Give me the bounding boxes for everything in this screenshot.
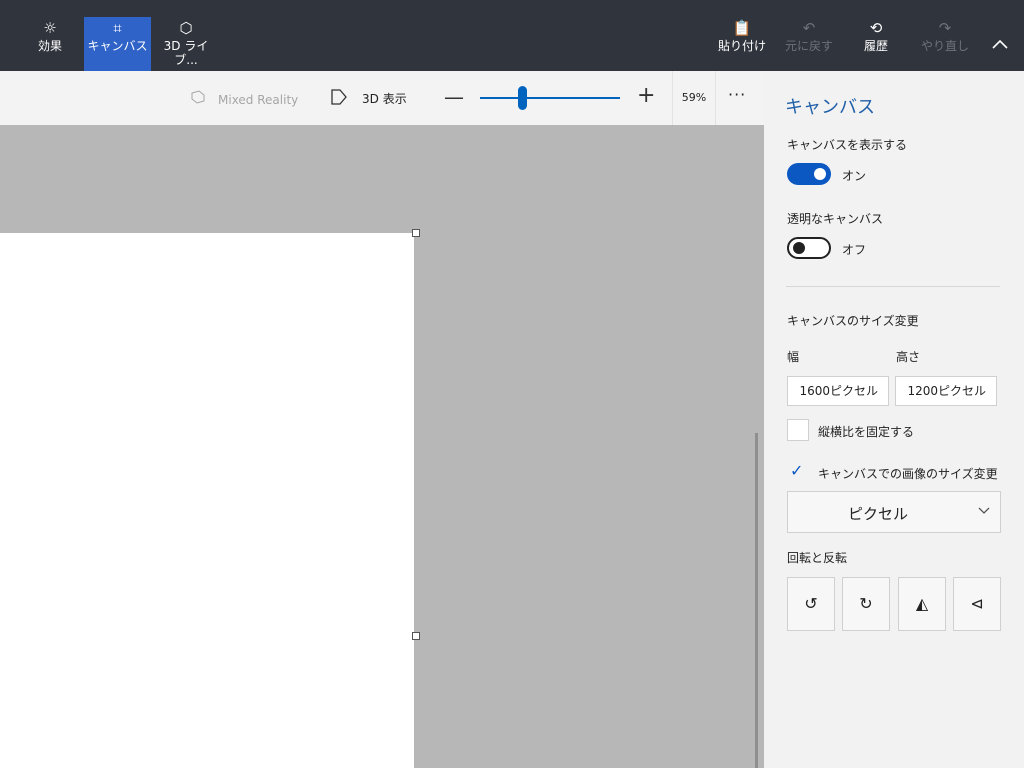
history-button[interactable]: ⟲ 履歴	[858, 17, 894, 71]
paste-button[interactable]: 📋 貼り付け	[716, 17, 768, 71]
width-label: 幅	[787, 350, 800, 364]
unit-select[interactable]: ピクセル	[787, 491, 1001, 533]
collapse-ribbon-icon[interactable]	[986, 32, 1014, 56]
canvas-workspace[interactable]	[0, 125, 764, 768]
toggle-knob	[793, 242, 805, 254]
flip-vertical-button[interactable]: ⊲	[953, 577, 1001, 631]
rotate-right-icon: ↻	[859, 594, 873, 613]
redo-label: やり直し	[920, 39, 969, 53]
transparent-canvas-toggle[interactable]	[787, 237, 831, 259]
transparent-canvas-label: 透明なキャンバス	[787, 212, 884, 226]
rotate-left-button[interactable]: ↺	[787, 577, 835, 631]
effects-icon: ☼	[43, 19, 57, 37]
canvas[interactable]	[0, 233, 414, 768]
resize-image-label: キャンバスでの画像のサイズ変更	[818, 467, 998, 481]
rotate-left-icon: ↺	[804, 594, 818, 613]
show-canvas-label: キャンバスを表示する	[787, 138, 908, 152]
lock-aspect-label: 縦横比を固定する	[818, 425, 915, 439]
zoom-level[interactable]: 59%	[672, 71, 716, 125]
unit-select-value: ピクセル	[847, 505, 908, 523]
rotate-flip-label: 回転と反転	[787, 551, 848, 565]
height-label: 高さ	[896, 350, 921, 364]
tool-canvas[interactable]: ⌗ キャンバス	[84, 17, 151, 71]
width-field[interactable]: 1600ピクセル	[787, 376, 889, 406]
paste-icon: 📋	[732, 19, 752, 37]
undo-button[interactable]: ↶ 元に戻す	[784, 17, 834, 71]
flip-horizontal-button[interactable]: ◭	[898, 577, 946, 631]
undo-label: 元に戻す	[784, 39, 833, 53]
toggle-knob	[814, 168, 826, 180]
tool-3d-library-label: 3D ライブ...	[163, 39, 209, 67]
view-3d-icon	[330, 89, 348, 109]
3d-library-icon: ⬡	[179, 19, 193, 37]
height-field[interactable]: 1200ピクセル	[895, 376, 997, 406]
zoom-slider-track[interactable]	[480, 97, 620, 99]
canvas-icon: ⌗	[113, 19, 122, 37]
resize-handle-right[interactable]	[412, 632, 420, 640]
mixed-reality-icon	[190, 90, 206, 107]
tool-effects-label: 効果	[37, 39, 62, 53]
zoom-out-button[interactable]: —	[444, 85, 464, 109]
mixed-reality-label: Mixed Reality	[218, 93, 299, 107]
tool-3d-library[interactable]: ⬡ 3D ライブ...	[155, 17, 217, 71]
lock-aspect-checkbox[interactable]	[787, 419, 809, 441]
redo-icon: ↷	[938, 19, 952, 37]
canvas-panel: キャンバス キャンバスを表示する オン 透明なキャンバス オフ キャンバスのサイ…	[764, 71, 1024, 768]
redo-button[interactable]: ↷ やり直し	[920, 17, 970, 71]
resize-image-checkbox[interactable]: ✓	[790, 461, 803, 480]
mixed-reality-button[interactable]: Mixed Reality	[190, 90, 298, 107]
history-label: 履歴	[863, 39, 888, 53]
divider	[786, 286, 1000, 287]
chevron-down-icon	[978, 507, 990, 514]
panel-title: キャンバス	[785, 97, 875, 118]
view-3d-label: 3D 表示	[362, 92, 407, 106]
flip-vertical-icon: ⊲	[970, 594, 984, 613]
top-ribbon: ☼ 効果 ⌗ キャンバス ⬡ 3D ライブ... 📋 貼り付け ↶ 元に戻す ⟲…	[0, 0, 1024, 71]
rotate-right-button[interactable]: ↻	[842, 577, 890, 631]
resize-canvas-label: キャンバスのサイズ変更	[787, 314, 919, 328]
undo-icon: ↶	[802, 19, 816, 37]
vertical-scrollbar[interactable]	[755, 433, 758, 768]
view-toolbar: Mixed Reality 3D 表示 — + 59% ···	[0, 71, 764, 125]
view-3d-button[interactable]: 3D 表示	[330, 89, 407, 109]
show-canvas-toggle[interactable]	[787, 163, 831, 185]
tool-canvas-label: キャンバス	[87, 39, 148, 53]
zoom-slider-thumb[interactable]	[518, 86, 527, 110]
history-icon: ⟲	[869, 19, 883, 37]
resize-handle-top-right[interactable]	[412, 229, 420, 237]
more-options-button[interactable]: ···	[728, 85, 746, 104]
show-canvas-state: オン	[842, 169, 867, 183]
zoom-in-button[interactable]: +	[637, 83, 659, 108]
tool-effects[interactable]: ☼ 効果	[36, 17, 64, 71]
transparent-canvas-state: オフ	[842, 243, 867, 257]
paste-label: 貼り付け	[717, 39, 766, 53]
flip-horizontal-icon: ◭	[915, 594, 929, 613]
